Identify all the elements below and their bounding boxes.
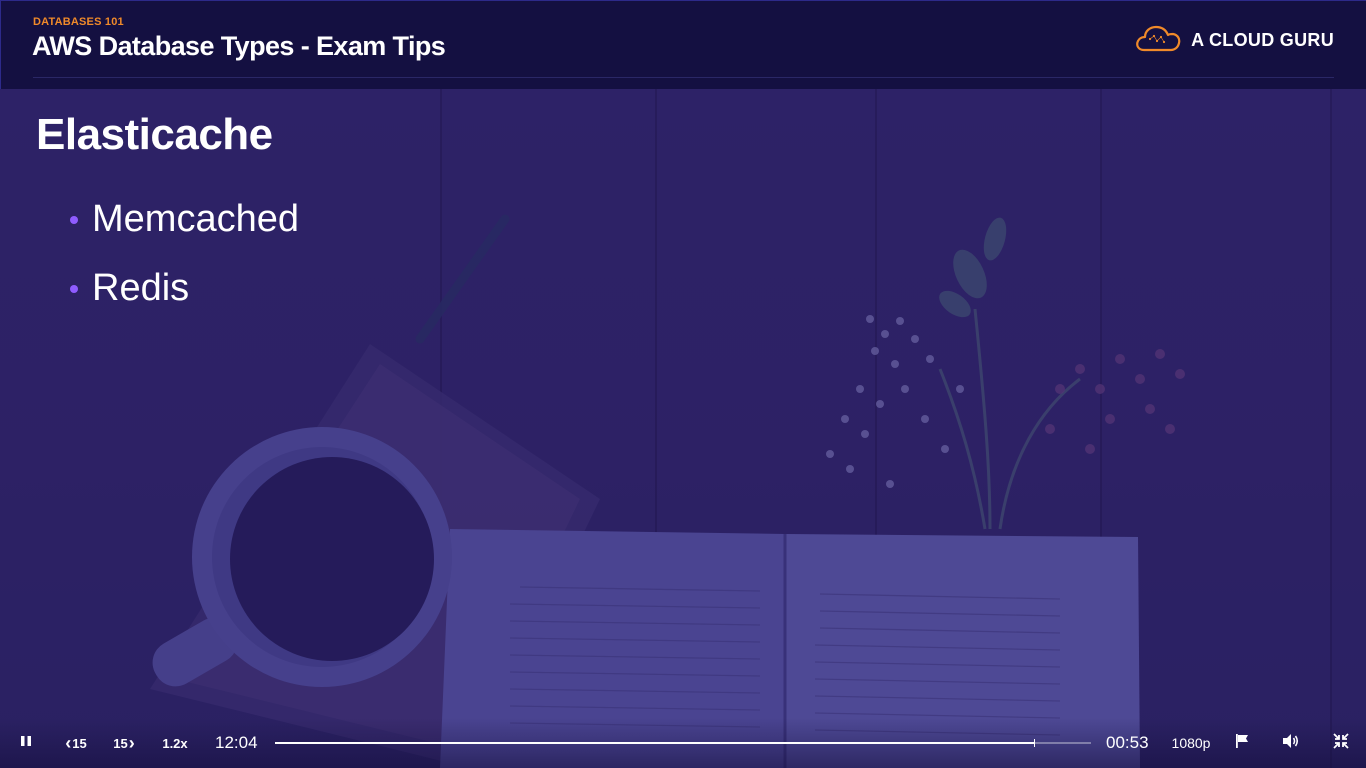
rewind-label: 15 xyxy=(72,735,87,751)
elapsed-time: 12:04 xyxy=(215,733,258,752)
flag-button[interactable] xyxy=(1228,718,1256,768)
volume-button[interactable] xyxy=(1277,718,1305,768)
brand-name: A CLOUD GURU xyxy=(1191,29,1334,50)
list-item: Memcached xyxy=(70,185,299,254)
speed-label: 1.2x xyxy=(162,735,188,751)
playback-speed-button[interactable]: 1.2x xyxy=(158,718,192,768)
volume-icon xyxy=(1282,733,1300,754)
progress-handle[interactable] xyxy=(1033,739,1035,747)
progress-fill xyxy=(275,742,1034,744)
bullet-dot xyxy=(70,284,78,293)
slide-header: DATABASES 101 AWS Database Types - Exam … xyxy=(0,0,1366,89)
progress-bar[interactable] xyxy=(275,739,1091,747)
flag-icon xyxy=(1234,733,1250,754)
bullet-dot xyxy=(70,215,78,224)
list-item: Redis xyxy=(70,254,299,323)
remaining-time: 00:53 xyxy=(1106,733,1149,752)
pause-icon xyxy=(20,734,32,752)
exit-fullscreen-button[interactable] xyxy=(1327,718,1355,768)
bullet-label: Memcached xyxy=(92,198,299,240)
brand-logo: A CLOUD GURU xyxy=(1135,25,1334,55)
header-divider xyxy=(33,77,1334,78)
rewind-15-button[interactable]: ‹ 15 xyxy=(60,718,92,768)
player-controls: ‹ 15 15 › 1.2x 12:04 00:53 1080p xyxy=(0,718,1366,768)
bullet-list: Memcached Redis xyxy=(70,185,299,323)
quality-label: 1080p xyxy=(1171,735,1211,751)
forward-label: 15 xyxy=(113,735,128,751)
cloud-logo-icon xyxy=(1135,24,1181,57)
quality-button[interactable]: 1080p xyxy=(1168,718,1214,768)
chevron-left-icon: ‹ xyxy=(65,732,72,753)
bullet-label: Redis xyxy=(92,267,190,309)
chevron-right-icon: › xyxy=(128,732,135,753)
exit-fullscreen-icon xyxy=(1333,732,1349,754)
section-heading: Elasticache xyxy=(36,110,273,159)
pause-button[interactable] xyxy=(10,718,42,768)
forward-15-button[interactable]: 15 › xyxy=(109,718,139,768)
slide-title: AWS Database Types - Exam Tips xyxy=(32,31,446,61)
course-label: DATABASES 101 xyxy=(33,16,124,28)
